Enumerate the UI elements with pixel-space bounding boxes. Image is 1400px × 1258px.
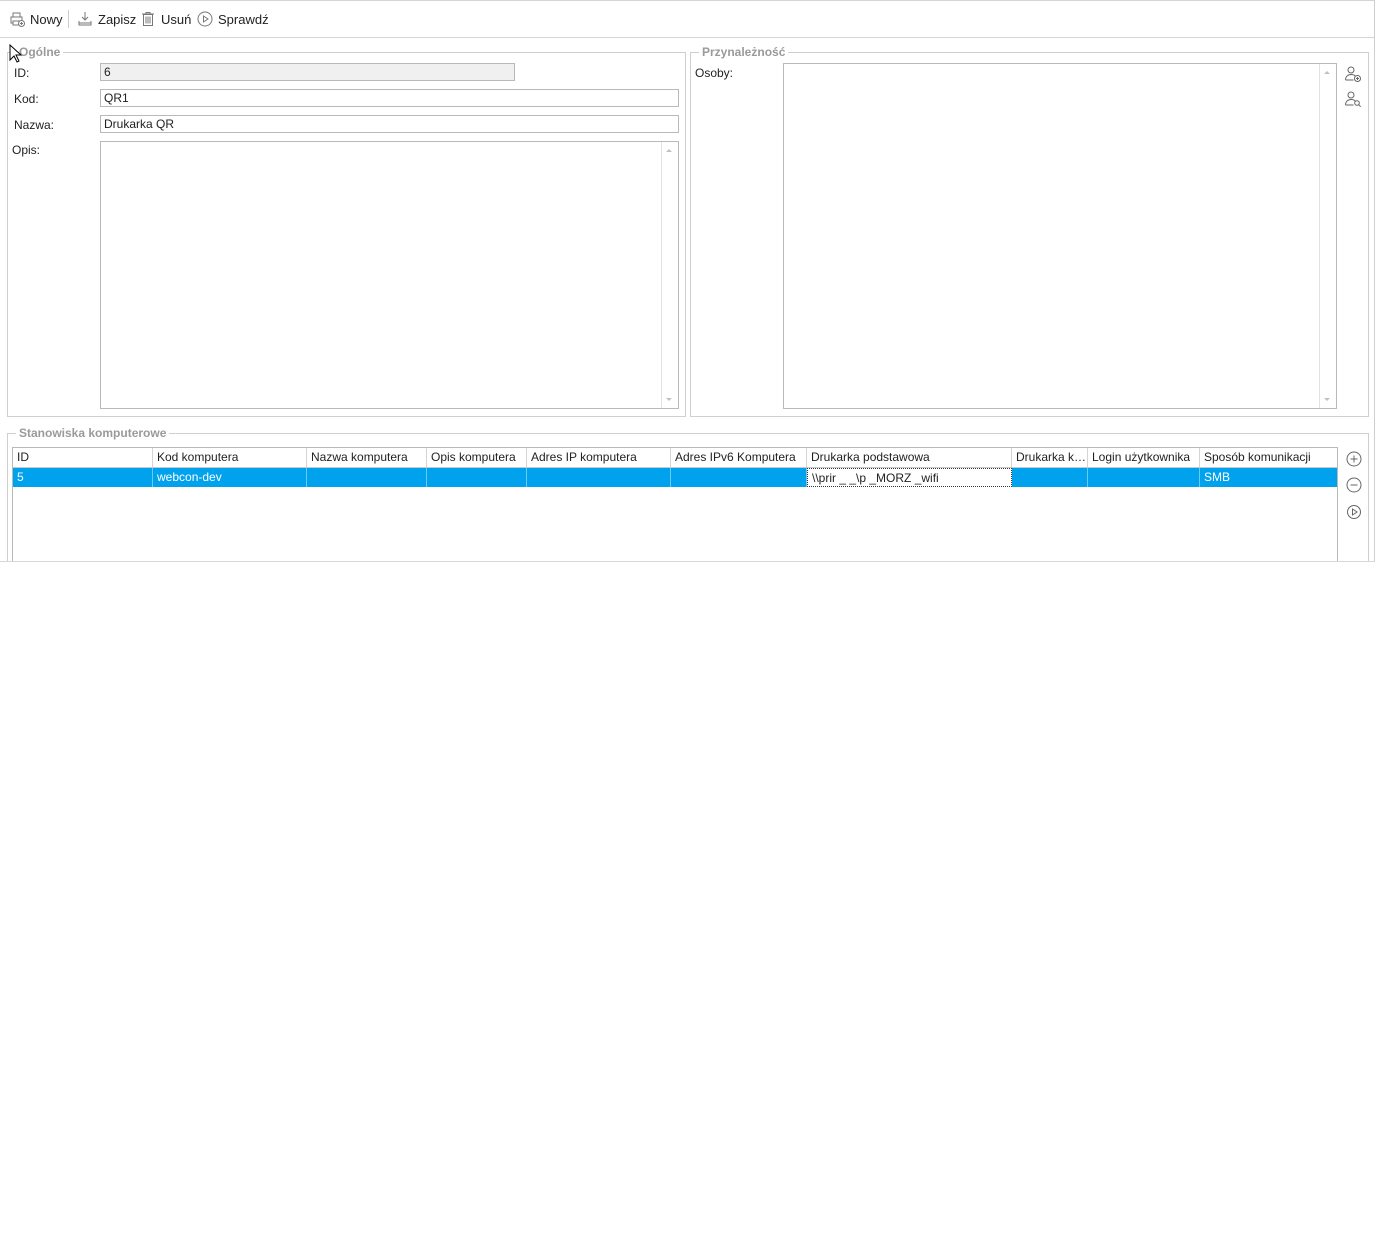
persons-label: Osoby: <box>695 66 734 80</box>
scroll-down-icon[interactable] <box>666 398 672 401</box>
add-person-icon[interactable] <box>1343 64 1363 84</box>
cell-id[interactable]: 5 <box>13 468 153 487</box>
membership-legend: Przynależność <box>702 45 786 59</box>
column-header-book-printer[interactable]: Drukarka ks... <box>1012 448 1088 467</box>
code-label: Kod: <box>14 92 39 106</box>
column-header-id[interactable]: ID <box>13 448 153 467</box>
column-header-computer-code[interactable]: Kod komputera <box>153 448 307 467</box>
find-person-icon[interactable] <box>1343 89 1363 109</box>
description-scrollbar[interactable] <box>661 142 678 408</box>
persons-scrollbar[interactable] <box>1319 64 1336 408</box>
workstations-legend: Stanowiska komputerowe <box>19 426 167 440</box>
column-header-ipv6-address[interactable]: Adres IPv6 Komputera <box>671 448 807 467</box>
column-header-communication-method[interactable]: Sposób komunikacji <box>1200 448 1337 467</box>
column-header-user-login[interactable]: Login użytkownika <box>1088 448 1200 467</box>
grid-header: ID Kod komputera Nazwa komputera Opis ko… <box>13 448 1337 468</box>
name-label: Nazwa: <box>14 118 55 132</box>
cell-user-login[interactable] <box>1088 468 1200 487</box>
cell-ip-address[interactable] <box>527 468 671 487</box>
cell-computer-name[interactable] <box>307 468 427 487</box>
table-row[interactable]: 5 webcon-dev \\prir _ _\p _MORZ _wifi SM… <box>13 468 1337 487</box>
scroll-up-icon[interactable] <box>1324 71 1330 74</box>
cell-default-printer-editor[interactable]: \\prir _ _\p _MORZ _wifi <box>807 468 1012 487</box>
new-button-label: Nowy <box>30 11 63 27</box>
scroll-up-icon[interactable] <box>666 149 672 152</box>
code-field[interactable] <box>100 89 679 107</box>
delete-button-label: Usuń <box>161 11 192 27</box>
cell-ipv6-address[interactable] <box>671 468 807 487</box>
name-field[interactable] <box>100 115 679 133</box>
toolbar: Nowy Zapisz Usuń Sprawdź <box>0 0 1374 38</box>
cell-book-printer[interactable] <box>1012 468 1088 487</box>
workstations-grid[interactable]: ID Kod komputera Nazwa komputera Opis ko… <box>12 447 1338 561</box>
scroll-down-icon[interactable] <box>1324 398 1330 401</box>
general-legend: Ogólne <box>19 45 61 59</box>
cell-communication-method[interactable]: SMB <box>1200 468 1337 487</box>
column-header-default-printer[interactable]: Drukarka podstawowa <box>807 448 1012 467</box>
column-header-ip-address[interactable]: Adres IP komputera <box>527 448 671 467</box>
minus-circle-icon[interactable] <box>1344 475 1364 495</box>
mouse-cursor-icon <box>9 43 23 67</box>
toolbar-separator <box>68 10 69 28</box>
printer-editor-window: Nowy Zapisz Usuń Sprawdź Ogólne ID: Kod: <box>0 0 1375 562</box>
play-circle-icon <box>197 11 213 27</box>
delete-button[interactable]: Usuń <box>140 9 191 29</box>
new-button[interactable]: Nowy <box>9 9 63 29</box>
check-button[interactable]: Sprawdź <box>197 9 269 29</box>
id-label: ID: <box>14 66 30 80</box>
trash-icon <box>140 11 156 27</box>
new-printer-icon <box>9 11 25 27</box>
save-icon <box>77 11 93 27</box>
description-textarea[interactable] <box>100 141 679 409</box>
description-label: Opis: <box>12 143 41 157</box>
id-field[interactable] <box>100 63 515 81</box>
cell-computer-code[interactable]: webcon-dev <box>153 468 307 487</box>
save-button[interactable]: Zapisz <box>77 9 136 29</box>
save-button-label: Zapisz <box>98 11 137 27</box>
column-header-computer-name[interactable]: Nazwa komputera <box>307 448 427 467</box>
column-header-computer-description[interactable]: Opis komputera <box>427 448 527 467</box>
cell-computer-description[interactable] <box>427 468 527 487</box>
check-button-label: Sprawdź <box>218 11 269 27</box>
plus-circle-icon[interactable] <box>1344 449 1364 469</box>
play-circle-icon[interactable] <box>1344 502 1364 522</box>
persons-list[interactable] <box>783 63 1337 409</box>
